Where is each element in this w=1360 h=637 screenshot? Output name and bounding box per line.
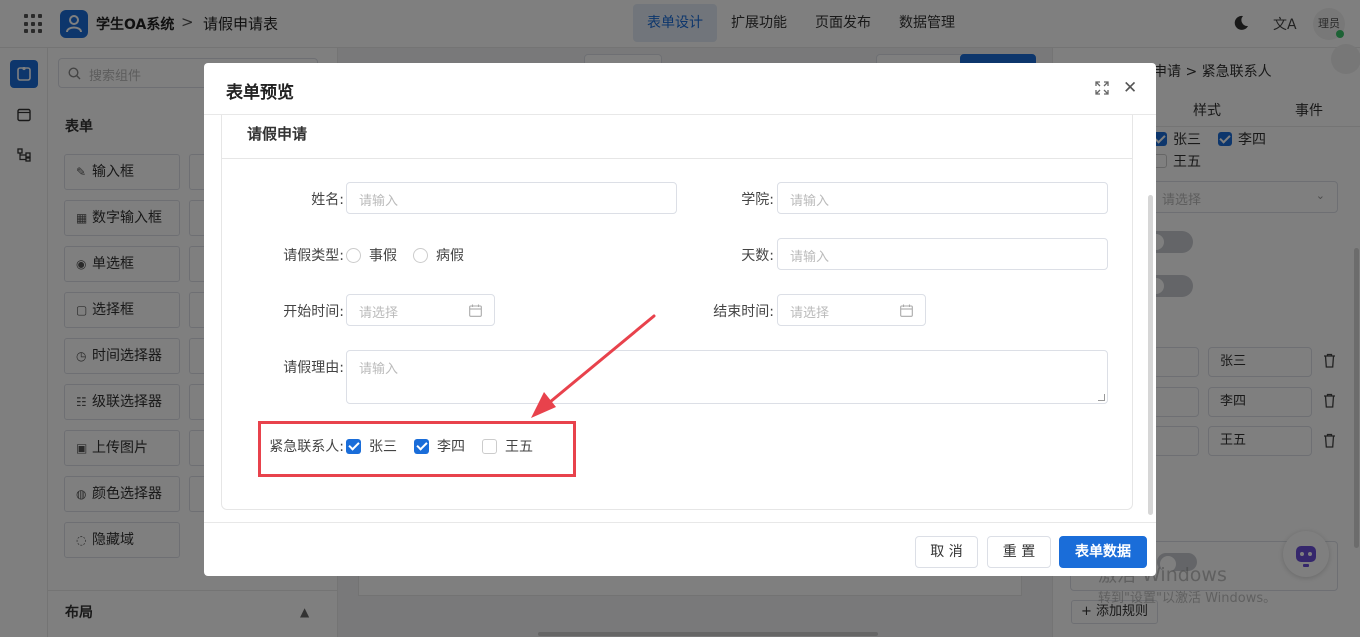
cancel-button[interactable]: 取 消 [915,536,978,568]
close-icon[interactable]: ✕ [1123,78,1137,98]
dialog-header: 表单预览 ✕ [204,63,1156,115]
form-data-button[interactable]: 表单数据 [1059,536,1147,568]
annotation-arrow-icon [531,314,656,418]
dialog-scrollbar[interactable] [1148,195,1153,515]
dialog-title: 表单预览 [226,83,294,103]
dialog-body: 请假申请 姓名: 请输入 学院: 请输入 请假类型: 事假 病假 天数: 请输入… [204,115,1156,522]
reset-button[interactable]: 重 置 [987,536,1051,568]
fullscreen-icon[interactable] [1095,81,1109,99]
form-preview-dialog: 表单预览 ✕ 请假申请 姓名: 请输入 学院: 请输入 请假类型: 事假 病假 … [204,63,1156,576]
dialog-footer: 取 消 重 置 表单数据 [204,522,1156,576]
